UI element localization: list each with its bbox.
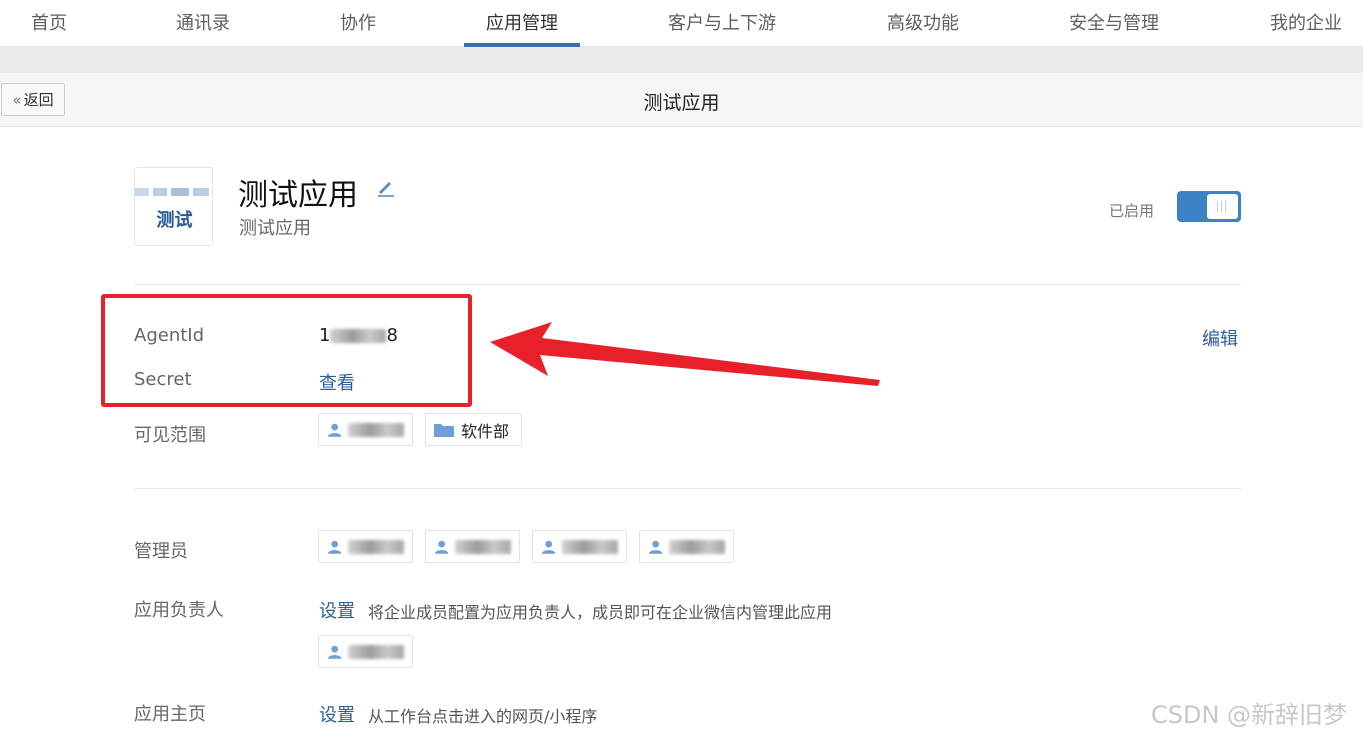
app-icon-stripe bbox=[153, 188, 167, 196]
person-icon bbox=[541, 540, 556, 554]
nav-item-advanced-features[interactable]: 高级功能 bbox=[887, 9, 959, 35]
admin-chip[interactable] bbox=[425, 530, 520, 563]
person-icon bbox=[327, 423, 342, 437]
redacted-mask bbox=[348, 644, 404, 659]
person-icon bbox=[434, 540, 449, 554]
department-name: 软件部 bbox=[461, 421, 510, 441]
pencil-icon[interactable] bbox=[375, 177, 397, 199]
nav-item-security-management[interactable]: 安全与管理 bbox=[1069, 9, 1159, 35]
nav-item-collaboration[interactable]: 协作 bbox=[340, 9, 376, 35]
app-icon-stripe bbox=[171, 188, 189, 196]
admin-chip[interactable] bbox=[639, 530, 734, 563]
nav-item-contacts[interactable]: 通讯录 bbox=[176, 9, 230, 35]
app-enabled-toggle[interactable] bbox=[1177, 191, 1241, 222]
redacted-mask bbox=[455, 539, 511, 554]
redacted-mask bbox=[669, 539, 725, 554]
nav-item-home[interactable]: 首页 bbox=[31, 9, 67, 35]
redacted-mask bbox=[348, 539, 404, 554]
admins-label: 管理员 bbox=[134, 541, 188, 562]
divider bbox=[134, 488, 1241, 489]
homepage-hint: 从工作台点击进入的网页/小程序 bbox=[368, 707, 598, 726]
app-icon-stripe bbox=[193, 188, 209, 196]
app-icon-stripe bbox=[135, 188, 149, 196]
nav-spacer bbox=[0, 47, 1363, 73]
folder-icon bbox=[434, 424, 454, 437]
owner-label: 应用负责人 bbox=[134, 600, 224, 621]
nav-item-app-management[interactable]: 应用管理 bbox=[486, 9, 558, 35]
app-icon-text: 测试 bbox=[156, 210, 193, 231]
owner-hint: 将企业成员配置为应用负责人，成员即可在企业微信内管理此应用 bbox=[368, 603, 833, 622]
knob-grip-line bbox=[1225, 201, 1226, 212]
page-header: « 返回 测试应用 bbox=[0, 73, 1363, 127]
toggle-knob bbox=[1207, 194, 1238, 219]
redacted-mask bbox=[562, 539, 618, 554]
app-icon: 测试 bbox=[134, 167, 213, 246]
person-icon bbox=[327, 645, 342, 659]
nav-item-customers-partners[interactable]: 客户与上下游 bbox=[668, 9, 776, 35]
owner-chip[interactable] bbox=[318, 635, 413, 668]
person-icon bbox=[648, 540, 663, 554]
page-title: 测试应用 bbox=[643, 92, 720, 114]
visible-member-chip[interactable] bbox=[318, 413, 413, 446]
app-description: 测试应用 bbox=[239, 218, 311, 239]
edit-link[interactable]: 编辑 bbox=[1202, 325, 1238, 351]
admin-chip[interactable] bbox=[318, 530, 413, 563]
redacted-mask bbox=[348, 422, 404, 437]
set-owner-link[interactable]: 设置 bbox=[319, 597, 355, 623]
visibility-label: 可见范围 bbox=[134, 425, 206, 446]
knob-grip-line bbox=[1217, 201, 1218, 212]
app-status-label: 已启用 bbox=[1109, 202, 1155, 220]
admin-chip[interactable] bbox=[532, 530, 627, 563]
knob-grip-line bbox=[1221, 201, 1222, 212]
top-navigation: 首页 通讯录 协作 应用管理 客户与上下游 高级功能 安全与管理 我的企业 bbox=[0, 0, 1363, 47]
watermark: CSDN @新辞旧梦 bbox=[1151, 701, 1348, 729]
app-name: 测试应用 bbox=[238, 178, 358, 213]
person-icon bbox=[327, 540, 342, 554]
annotation-highlight-box bbox=[101, 294, 472, 407]
set-homepage-link[interactable]: 设置 bbox=[319, 701, 355, 727]
visible-department-chip[interactable]: 软件部 bbox=[425, 413, 522, 446]
divider bbox=[134, 284, 1241, 285]
annotation-arrow-icon bbox=[490, 322, 880, 386]
homepage-label: 应用主页 bbox=[134, 704, 206, 725]
nav-item-my-enterprise[interactable]: 我的企业 bbox=[1270, 9, 1342, 35]
